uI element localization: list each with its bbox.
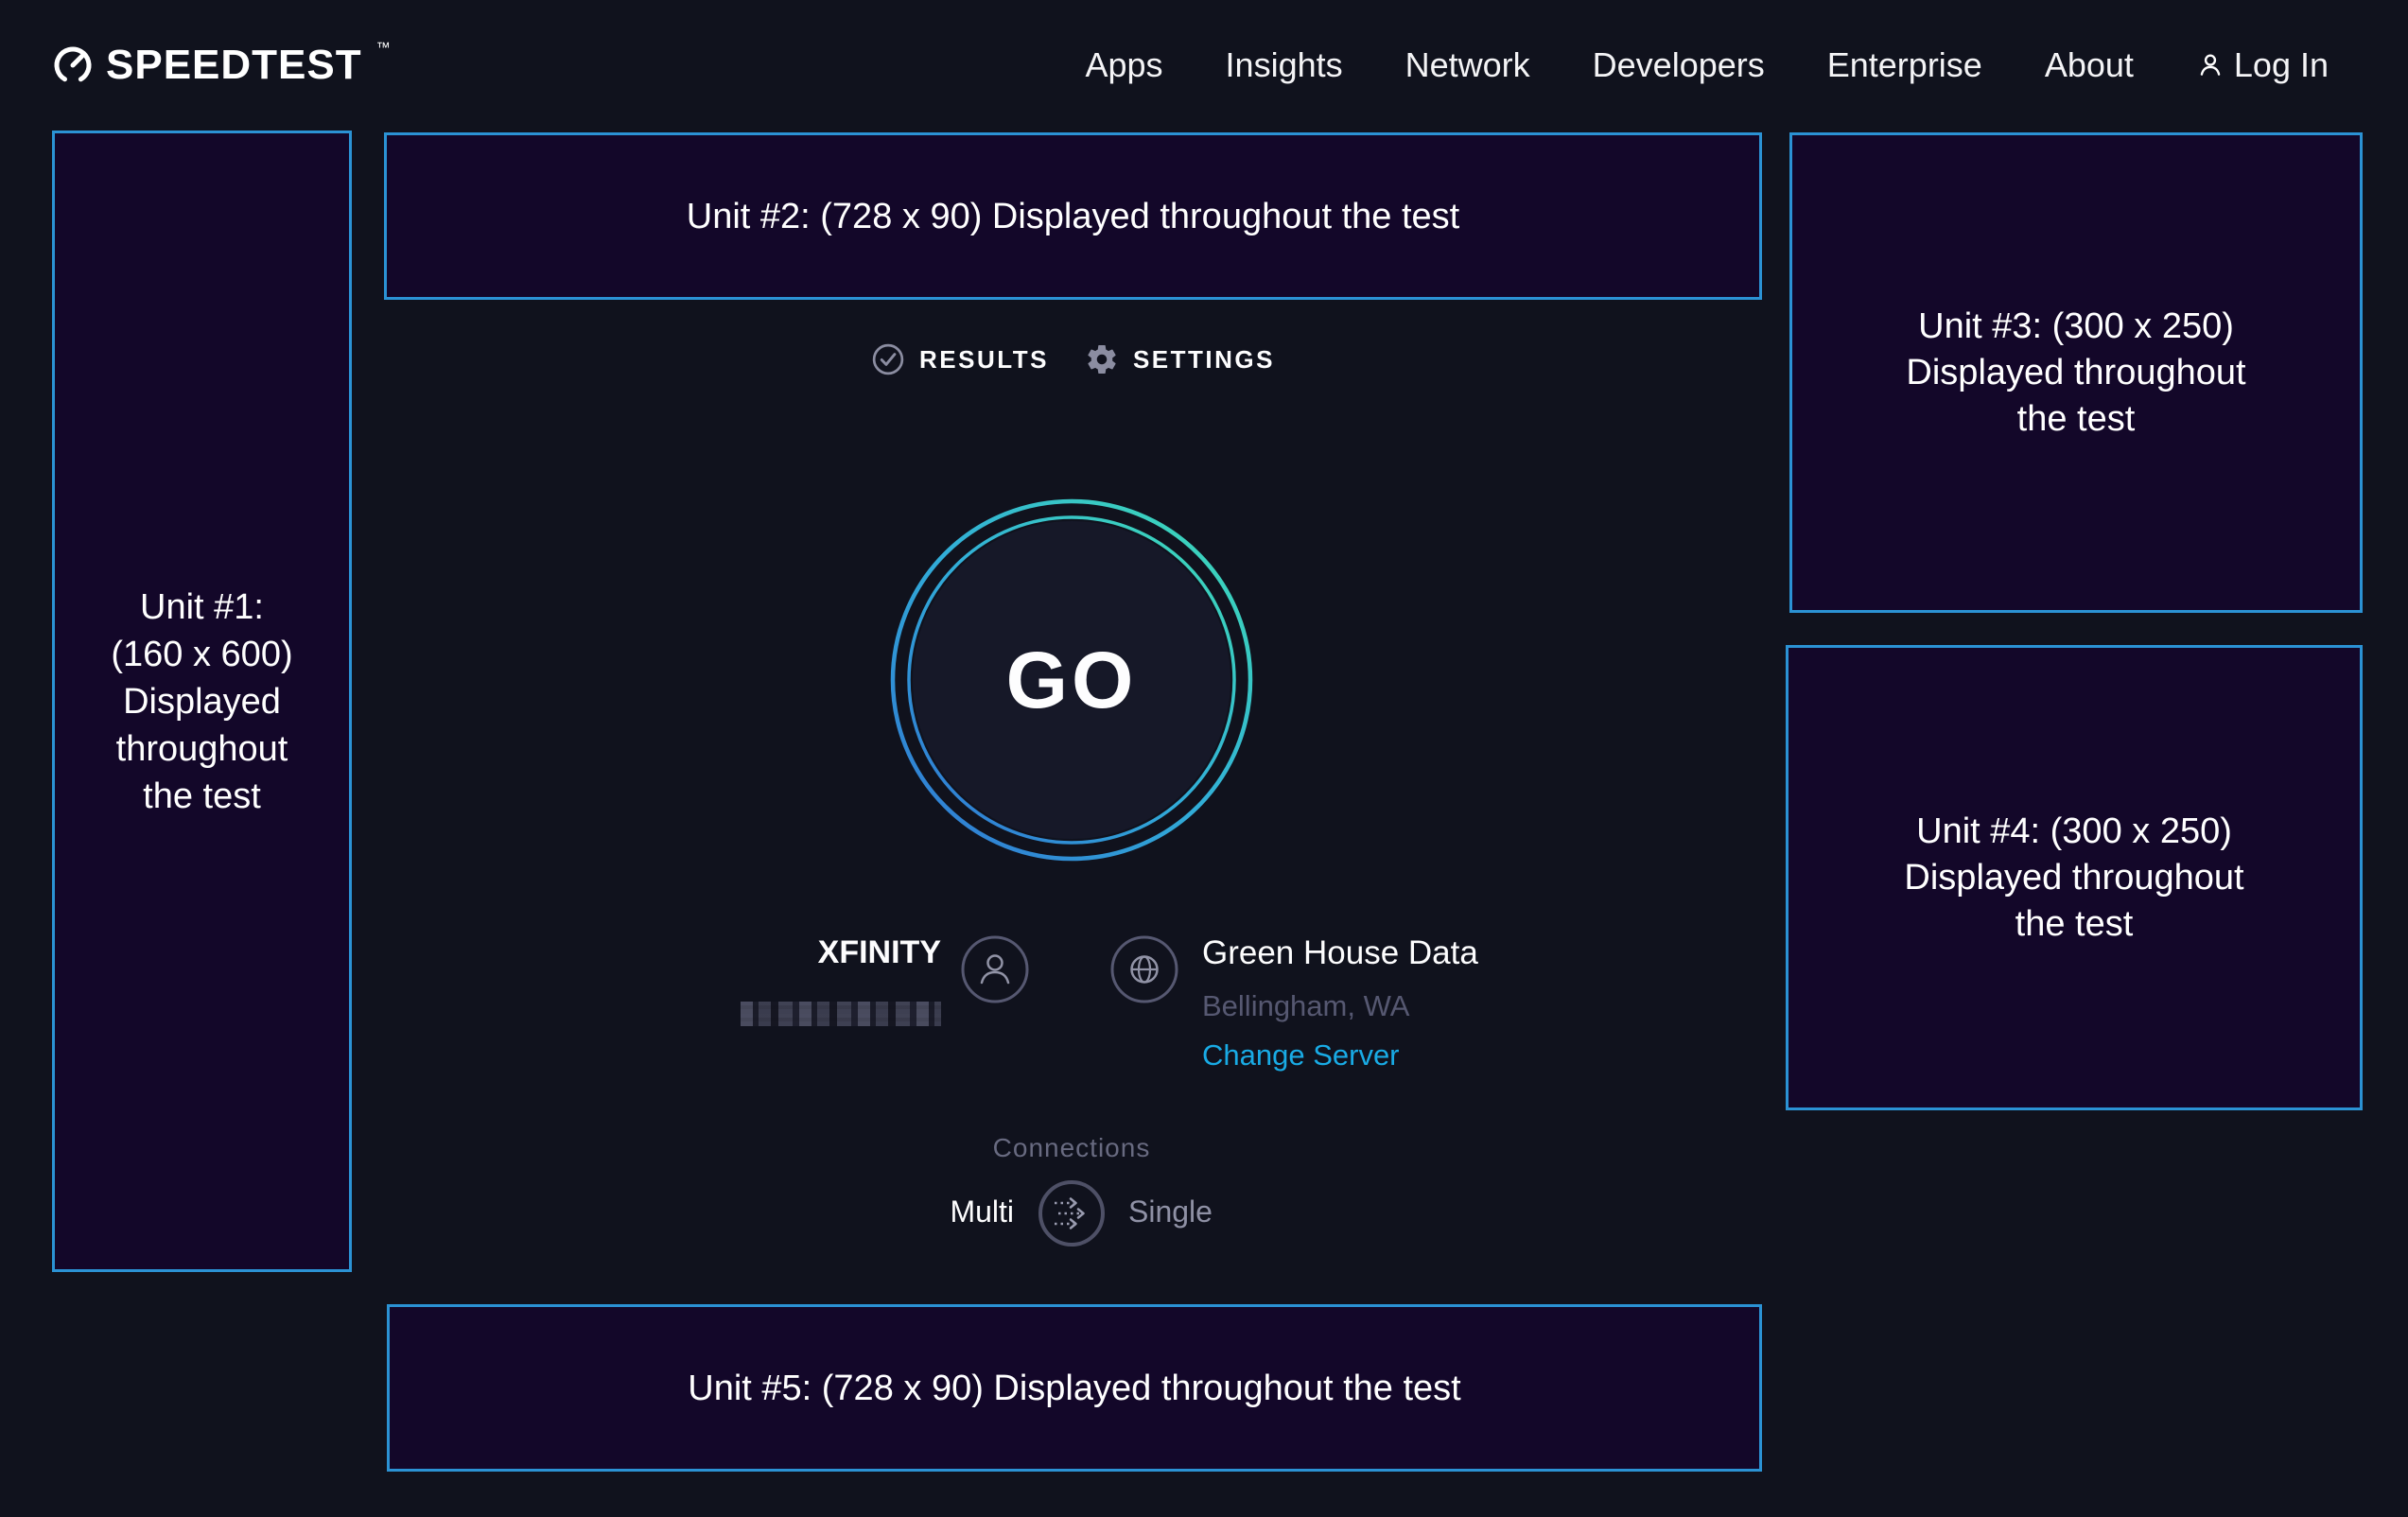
- go-button[interactable]: GO: [890, 498, 1253, 862]
- nav-item-developers[interactable]: Developers: [1593, 45, 1765, 85]
- user-icon: [2196, 51, 2225, 79]
- logo-trademark: ™: [376, 40, 391, 56]
- isp-name: XFINITY: [719, 934, 941, 971]
- nav-item-apps[interactable]: Apps: [1085, 45, 1162, 85]
- ad-unit-1-line: (160 x 600): [111, 631, 292, 678]
- gear-icon: [1085, 342, 1119, 376]
- nav-item-insights[interactable]: Insights: [1226, 45, 1343, 85]
- ad-unit-5-text: Unit #5: (728 x 90) Displayed throughout…: [688, 1365, 1460, 1412]
- check-circle-icon: [871, 342, 905, 376]
- ad-unit-3-line: the test: [2017, 396, 2136, 443]
- connections-toggle-button[interactable]: [1036, 1177, 1108, 1249]
- login-label: Log In: [2234, 45, 2329, 85]
- server-globe-icon: [1108, 933, 1180, 1010]
- ad-unit-3[interactable]: Unit #3: (300 x 250) Displayed throughou…: [1789, 132, 2363, 613]
- gauge-logo-icon: [52, 44, 94, 86]
- speedtest-page: SPEEDTEST ™ Apps Insights Network Develo…: [0, 0, 2408, 1517]
- tab-settings-label: SETTINGS: [1133, 345, 1275, 375]
- ad-unit-4-line: the test: [2015, 901, 2134, 948]
- ad-unit-1[interactable]: Unit #1: (160 x 600) Displayed throughou…: [52, 131, 352, 1272]
- connections-multi-option[interactable]: Multi: [880, 1194, 1014, 1229]
- nav-item-network[interactable]: Network: [1405, 45, 1530, 85]
- speedtest-logo[interactable]: SPEEDTEST ™: [52, 0, 391, 131]
- ad-unit-2-text: Unit #2: (728 x 90) Displayed throughout…: [687, 193, 1459, 240]
- isp-ip-redacted: [741, 1002, 941, 1026]
- multi-arrows-icon: [1036, 1177, 1108, 1249]
- tabs-row: RESULTS SETTINGS: [384, 342, 1762, 376]
- tab-settings[interactable]: SETTINGS: [1085, 342, 1275, 376]
- ad-unit-5[interactable]: Unit #5: (728 x 90) Displayed throughout…: [387, 1304, 1762, 1472]
- nav-item-enterprise[interactable]: Enterprise: [1827, 45, 1982, 85]
- tab-results-label: RESULTS: [919, 345, 1049, 375]
- ad-unit-3-line: Displayed throughout: [1906, 350, 2245, 396]
- ad-unit-1-line: the test: [143, 773, 261, 820]
- connections-heading: Connections: [977, 1133, 1166, 1163]
- isp-user-icon: [959, 933, 1031, 1010]
- ad-unit-4-line: Displayed throughout: [1904, 855, 2243, 901]
- ad-unit-4-line: Unit #4: (300 x 250): [1916, 809, 2232, 855]
- ad-unit-1-line: throughout: [116, 725, 288, 773]
- change-server-link[interactable]: Change Server: [1202, 1038, 1400, 1072]
- tab-results[interactable]: RESULTS: [871, 342, 1049, 376]
- ad-unit-1-line: Displayed: [123, 678, 281, 725]
- ad-unit-4[interactable]: Unit #4: (300 x 250) Displayed throughou…: [1786, 645, 2363, 1110]
- login-button[interactable]: Log In: [2196, 45, 2329, 85]
- ad-unit-1-line: Unit #1:: [140, 584, 264, 631]
- connections-single-option[interactable]: Single: [1128, 1194, 1213, 1229]
- nav-item-about[interactable]: About: [2045, 45, 2134, 85]
- go-button-label: GO: [890, 498, 1253, 862]
- nav-links: Apps Insights Network Developers Enterpr…: [1085, 0, 2329, 131]
- ad-unit-2[interactable]: Unit #2: (728 x 90) Displayed throughout…: [384, 132, 1762, 300]
- top-nav: SPEEDTEST ™ Apps Insights Network Develo…: [0, 0, 2408, 131]
- ad-unit-3-line: Unit #3: (300 x 250): [1918, 304, 2234, 350]
- logo-wordmark: SPEEDTEST: [106, 42, 362, 89]
- server-name: Green House Data: [1202, 934, 1478, 972]
- server-location: Bellingham, WA: [1202, 989, 1409, 1023]
